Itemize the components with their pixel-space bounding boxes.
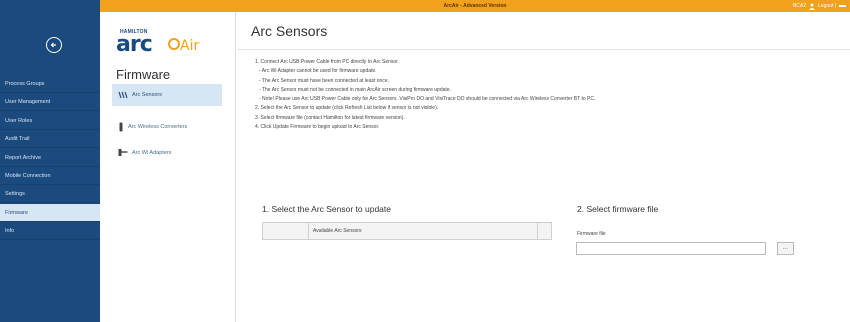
instruction-line: - The Arc Sensor must have been connecte… [259,77,389,84]
logo-air-text: Air [180,38,200,54]
app-window: Process Groups User Management User Roles A… [0,0,850,322]
main-content: Arc Sensors 1. Connect Arc USB Power Cab… [237,12,850,322]
sidebar-item-label: Arc Sensors [132,92,162,98]
instruction-line: - The Arc Sensor must not be connected i… [259,86,451,93]
sidebar-item-label: Arc Wireless Converters [128,124,188,130]
instruction-line: 4. Click Update Firmware to begin upload… [255,124,380,131]
sidebar-title: Firmware [116,67,171,82]
arcair-logo: HAMILTON arc Air [106,18,206,62]
step2-title: 2. Select firmware file [577,204,659,214]
nav-item-mobile-connection[interactable]: Mobile Connection [0,167,100,185]
user-icon [809,3,815,10]
user-name: BCA2 [792,3,807,9]
top-bar: ArcAir - Advanced Version BCA2 Logout | [100,0,850,12]
page-title: Arc Sensors [237,12,850,50]
sidebar-item-arc-wireless-converters[interactable]: Arc Wireless Converters [112,116,222,138]
nav-item-settings[interactable]: Settings [0,185,100,204]
back-button[interactable] [46,37,62,53]
user-area: BCA2 Logout | [793,0,846,12]
instructions: 1. Connect Arc USB Power Cable from PC d… [255,58,845,132]
logout-link[interactable]: Logout | [818,0,836,12]
sidebar-item-arc-sensors[interactable]: Arc Sensors [112,84,222,106]
firmware-file-input[interactable] [576,242,766,255]
logo-arc-text: arc [116,32,153,57]
sensor-table[interactable]: Available Arc Sensors [262,222,552,240]
arrow-left-icon [50,42,56,48]
sensor-table-header: Available Arc Sensors [308,223,538,239]
app-title: ArcAir - Advanced Version [443,3,507,9]
main-nav: Process Groups User Management User Roles A… [0,0,100,322]
wi-adapter-icon [118,149,128,156]
logo-ring-icon [168,38,180,50]
instruction-line: - Note! Please use Arc USB Power Cable o… [259,96,596,103]
nav-item-audit-trail[interactable]: Audit Trail [0,130,100,149]
menu-icon[interactable] [839,5,846,7]
instruction-line: 2. Select the Arc Sensor to update (clic… [255,105,439,112]
browse-button[interactable]: ... [777,242,794,255]
nav-item-user-roles[interactable]: User Roles [0,112,100,130]
firmware-file-label: Firmware file [577,231,606,237]
step1-title: 1. Select the Arc Sensor to update [262,204,391,214]
instruction-line: 3. Select firmware file (contact Hamilto… [255,114,405,121]
sidebar-item-label: Arc Wi Adapters [132,150,172,156]
nav-item-firmware[interactable]: Firmware [0,203,100,222]
nav-item-info[interactable]: Info [0,222,100,241]
sensor-icon [118,91,128,99]
instruction-line: 1. Connect Arc USB Power Cable from PC d… [255,59,399,65]
nav-item-process-groups[interactable]: Process Groups [0,75,100,93]
sidebar-item-arc-wi-adapters[interactable]: Arc Wi Adapters [112,142,222,164]
nav-item-report-archive[interactable]: Report Archive [0,149,100,167]
nav-item-user-management[interactable]: User Management [0,93,100,112]
wireless-converter-icon [119,122,123,132]
instruction-line: - Arc Wi Adapter cannot be used for firm… [259,68,377,75]
firmware-sidebar: HAMILTON arc Air Firmware Arc Sensors Ar… [100,12,236,322]
